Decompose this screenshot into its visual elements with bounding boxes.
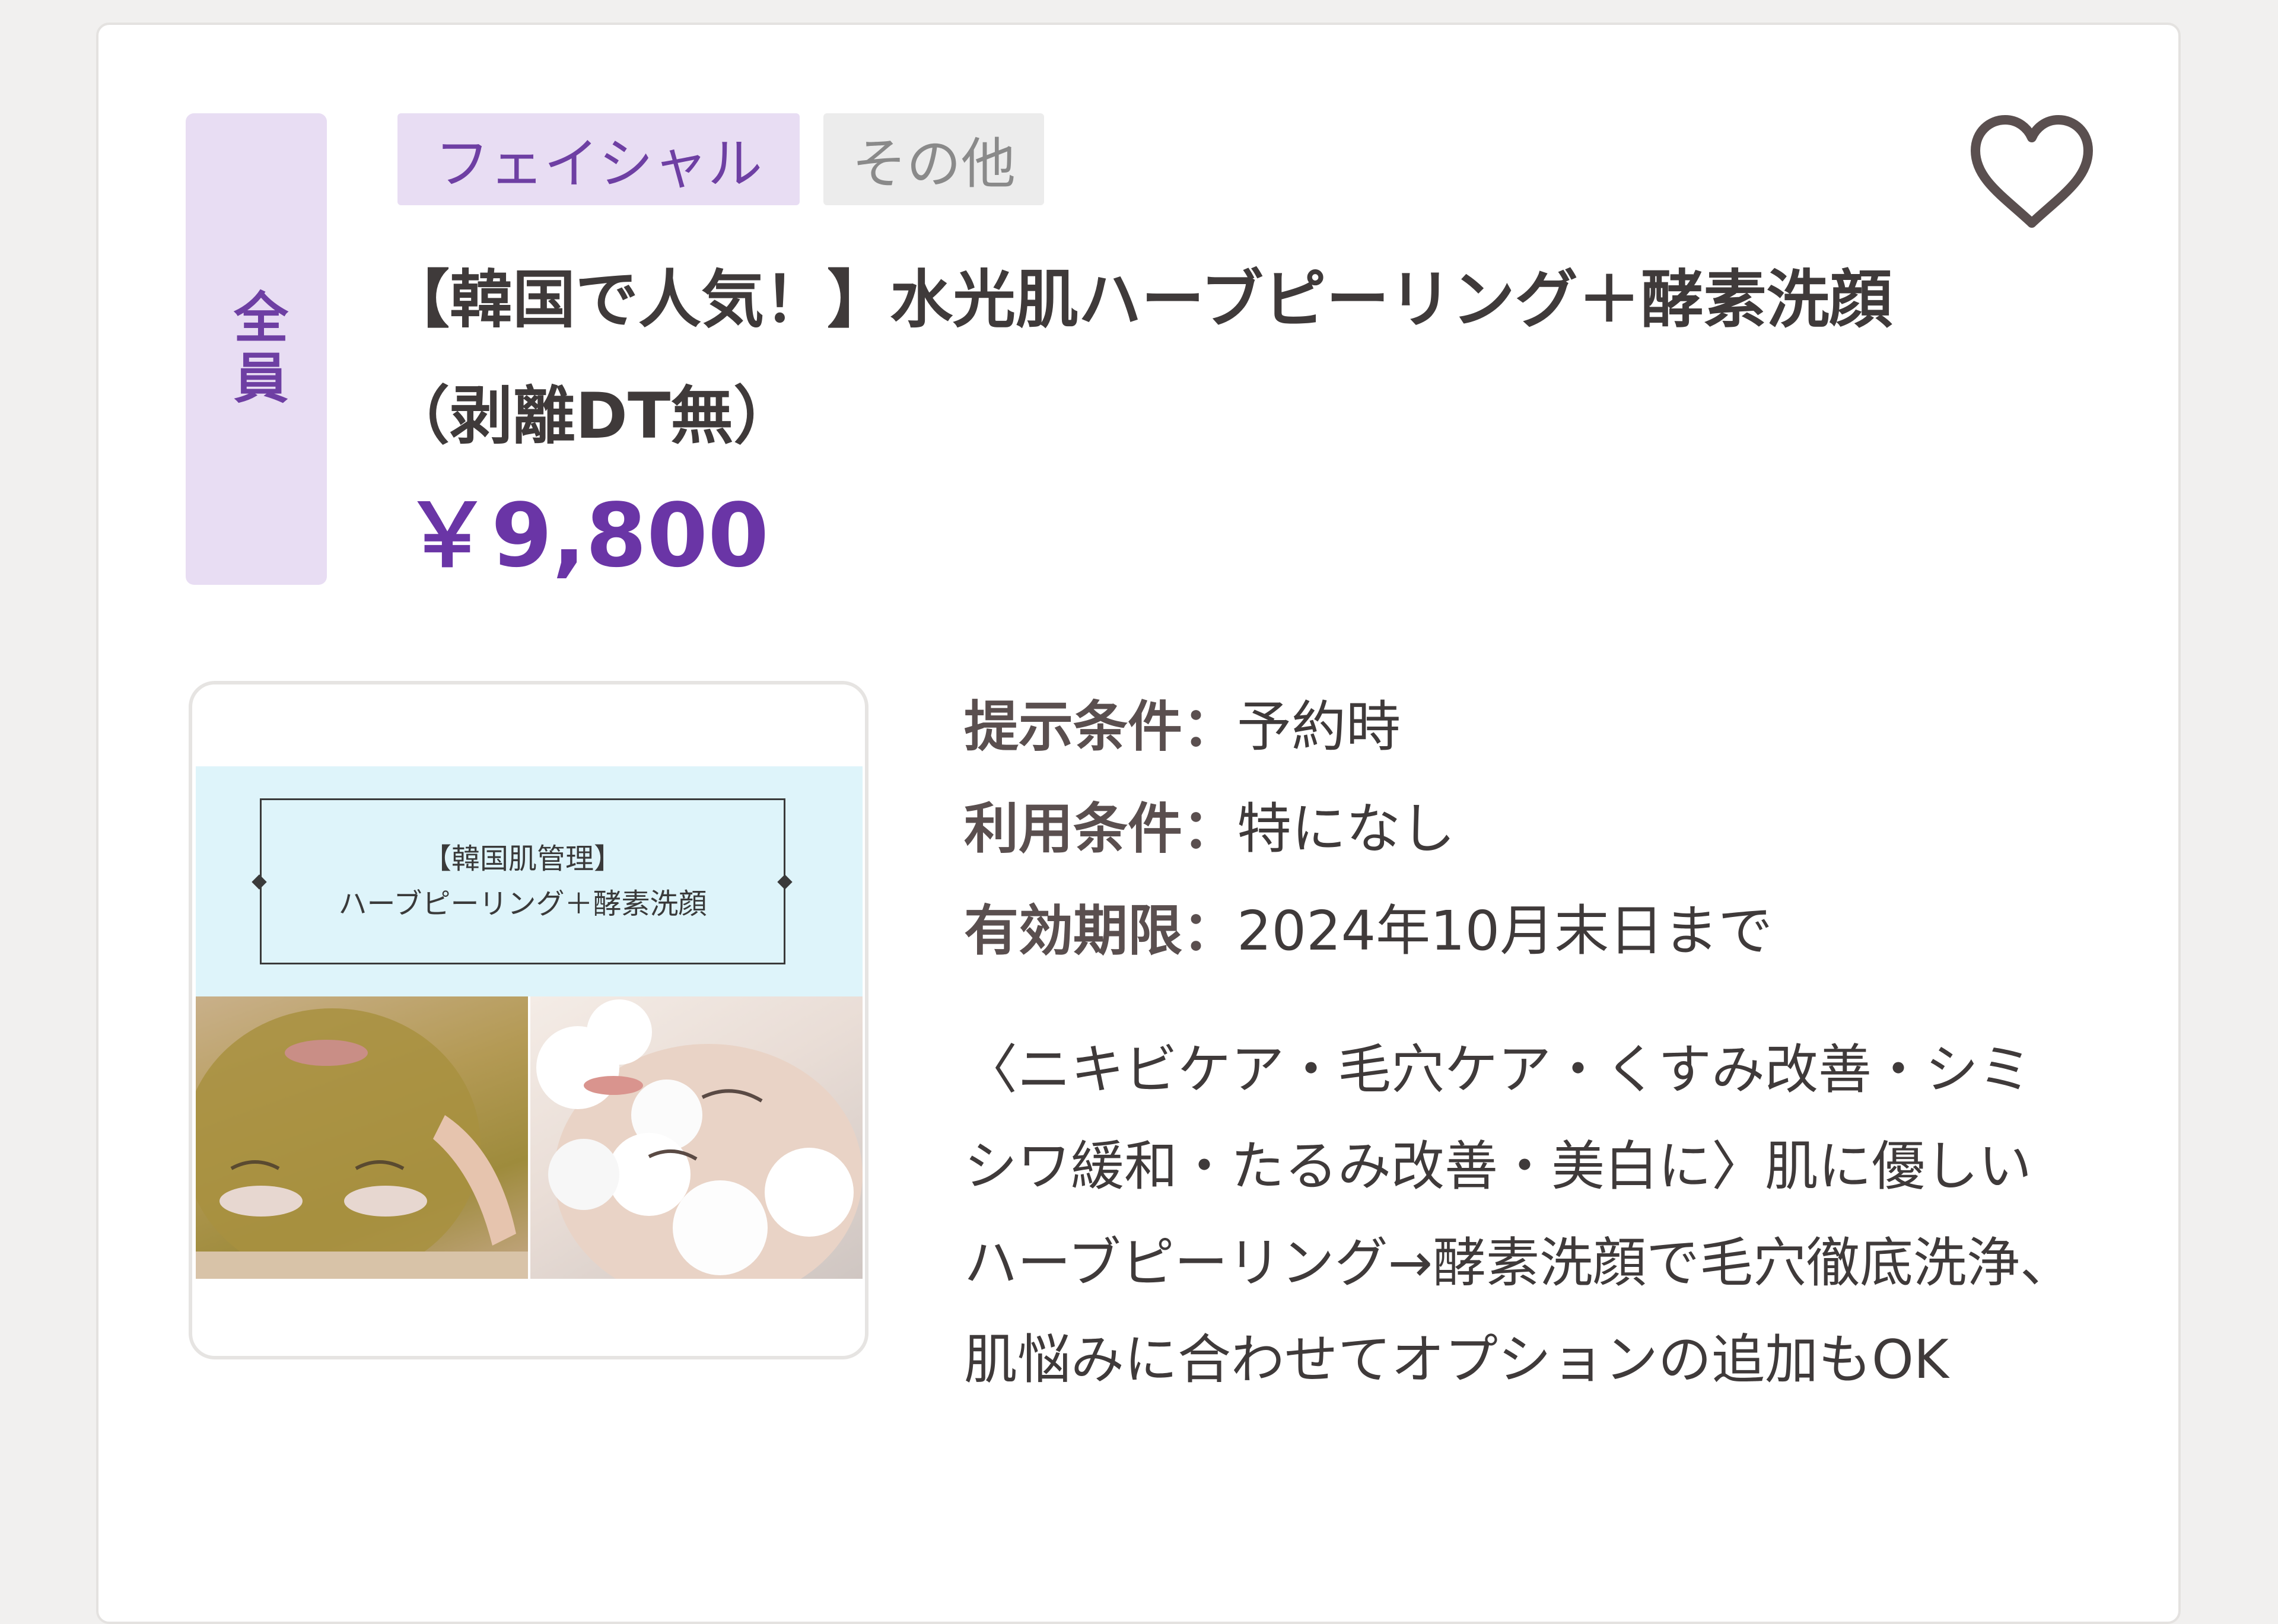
coupon-title: 【韓国で人気！】水光肌ハーブピーリング＋酵素洗顔（剥離DT無）	[387, 263, 1892, 453]
condition-expiry: 有効期限：2024年10月末日まで	[964, 880, 2091, 982]
thumbnail-caption-line2: ハーブピーリング＋酵素洗顔	[338, 887, 707, 921]
condition-presentation-value: 予約時	[1237, 695, 1401, 759]
photo-enzyme-wash	[530, 996, 863, 1279]
coupon-price: ￥9,800	[403, 485, 769, 587]
member-badge-label: 全員	[224, 288, 288, 410]
coupon-thumbnail[interactable]: 【韓国肌管理】 ハーブピーリング＋酵素洗顔	[189, 681, 868, 1359]
condition-expiry-label: 有効期限：	[964, 899, 1237, 963]
thumbnail-caption-line1: 【韓国肌管理】	[422, 842, 622, 875]
member-badge: 全員	[186, 113, 327, 585]
category-tag-facial: フェイシャル	[397, 113, 800, 205]
condition-presentation-label: 提示条件：	[964, 695, 1237, 759]
category-tag-other: その他	[823, 113, 1044, 205]
photo-herbal-peel	[196, 996, 528, 1279]
coupon-description: 〈ニキビケア・毛穴ケア・くすみ改善・シミシワ緩和・たるみ改善・美白に〉肌に優しい…	[964, 1039, 2074, 1391]
coupon-conditions: 提示条件：予約時 利用条件：特になし 有効期限：2024年10月末日まで	[964, 676, 2091, 982]
condition-expiry-value: 2024年10月末日まで	[1237, 899, 1773, 963]
thumbnail-caption: 【韓国肌管理】 ハーブピーリング＋酵素洗顔	[260, 798, 785, 964]
condition-usage: 利用条件：特になし	[964, 778, 2091, 880]
condition-usage-label: 利用条件：	[964, 797, 1237, 861]
heart-outline-icon[interactable]	[1968, 114, 2095, 230]
condition-presentation: 提示条件：予約時	[964, 676, 2091, 778]
condition-usage-value: 特になし	[1237, 797, 1456, 861]
